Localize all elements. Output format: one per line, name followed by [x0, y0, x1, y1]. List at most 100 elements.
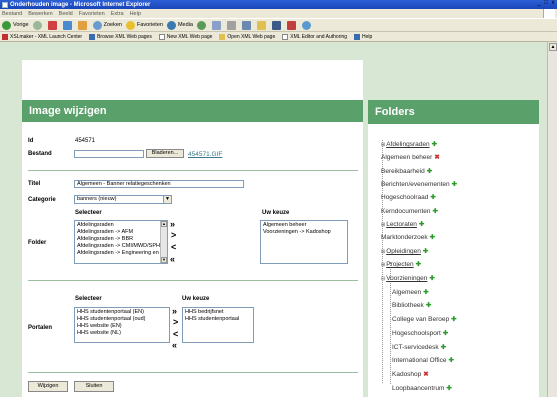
list-item[interactable]: HHS bedrijfsnet — [185, 309, 251, 316]
discuss-button[interactable] — [271, 20, 283, 30]
folder-item[interactable]: Algemeen ✚ — [392, 288, 429, 296]
list-item[interactable]: HHS studentenportaal (oud) — [77, 316, 167, 323]
move-right-button[interactable]: > — [173, 318, 178, 327]
list-item[interactable]: Voorzieningen -> Kadoshop — [263, 229, 345, 236]
folder-options-list[interactable]: Afdelingsraden Afdelingsraden -> AFM Afd… — [74, 220, 168, 264]
list-item[interactable]: Afdelingsraden -> AFM — [77, 229, 165, 236]
print-button[interactable] — [226, 20, 238, 30]
add-icon[interactable]: ✚ — [451, 316, 456, 323]
menu-favorieten[interactable]: Favorieten — [79, 11, 105, 17]
close-button[interactable]: Sluiten — [74, 381, 114, 392]
scroll-up-icon[interactable]: ▲ — [161, 221, 167, 227]
chevron-down-icon[interactable]: ▼ — [163, 196, 171, 203]
close-window-button[interactable]: x — [550, 0, 556, 7]
collapse-icon[interactable]: ⊟ — [381, 276, 385, 282]
list-item[interactable]: Algemeen beheer — [263, 222, 345, 229]
page-scrollbar[interactable]: ▲ — [547, 42, 557, 397]
folder-item[interactable]: ⊞Opleidingen ✚ — [381, 247, 428, 255]
add-icon[interactable]: ✚ — [446, 385, 451, 392]
list-item[interactable]: Afdelingsraden -> CMI/MWD/SPH/GEZ — [77, 243, 167, 250]
forward-button[interactable] — [32, 20, 44, 30]
add-icon[interactable]: ✚ — [433, 208, 438, 215]
minimize-button[interactable]: _ — [536, 0, 542, 7]
add-icon[interactable]: ✚ — [430, 234, 435, 241]
folder-choices-list[interactable]: Algemeen beheer Voorzieningen -> Kadosho… — [260, 220, 348, 264]
folder-item[interactable]: ICT-servicedesk ✚ — [392, 343, 446, 351]
search-button[interactable]: Zoeken — [92, 20, 122, 30]
folder-item[interactable]: Hogeschoolsport ✚ — [392, 329, 448, 337]
portal-choices-list[interactable]: HHS bedrijfsnet HHS studentenportaal — [182, 307, 254, 343]
folder-item[interactable]: Kadoshop ✖ — [392, 370, 429, 378]
link-open-xml[interactable]: Open XML Web page — [219, 33, 275, 40]
menu-bewerken[interactable]: Bewerken — [28, 11, 52, 17]
folder-item[interactable]: ⊞Projecten ✚ — [381, 260, 421, 268]
home-button[interactable] — [77, 20, 89, 30]
tools-button[interactable] — [286, 20, 298, 30]
menu-extra[interactable]: Extra — [111, 11, 124, 17]
expand-icon[interactable]: ⊞ — [381, 142, 385, 148]
portal-options-list[interactable]: HHS studentenportaal (EN) HHS studentenp… — [74, 307, 170, 343]
folder-item[interactable]: Algemeen beheer ✖ — [381, 153, 440, 161]
folder-item[interactable]: International Office ✚ — [392, 356, 454, 364]
maximize-button[interactable]: □ — [543, 0, 549, 7]
folder-item[interactable]: Hogeschoolraad ✚ — [381, 193, 436, 201]
add-icon[interactable]: ✚ — [443, 330, 448, 337]
list-item[interactable]: HHS studentenportaal — [185, 316, 251, 323]
add-icon[interactable]: ✚ — [432, 141, 437, 148]
move-all-right-button[interactable]: » — [170, 220, 175, 229]
add-icon[interactable]: ✚ — [423, 248, 428, 255]
list-item[interactable]: Afdelingsraden -> Engineering en TMD — [77, 250, 167, 257]
save-button[interactable]: Wijzigen — [28, 381, 68, 392]
add-icon[interactable]: ✚ — [427, 168, 432, 175]
favorites-button[interactable]: Favorieten — [125, 20, 163, 30]
folder-item[interactable]: Berichten/evenementen ✚ — [381, 180, 457, 188]
folder-item[interactable]: Loopbaancentrum ✚ — [392, 384, 452, 392]
scroll-down-icon[interactable]: ▼ — [161, 257, 167, 263]
folder-item[interactable]: Bereikbaarheid ✚ — [381, 167, 432, 175]
file-input[interactable] — [74, 150, 144, 158]
move-all-left-button[interactable]: « — [170, 255, 175, 264]
list-item[interactable]: HHS studentenportaal (EN) — [77, 309, 167, 316]
list-item[interactable]: HHS website (NL) — [77, 330, 167, 337]
folder-item[interactable]: ⊞Afdelingsraden ✚ — [381, 140, 437, 148]
folder-item[interactable]: Kerndocumenten ✚ — [381, 207, 438, 215]
media-button[interactable]: Media — [166, 20, 193, 30]
title-input[interactable]: Algemeen - Banner relatiegeschenken — [74, 180, 244, 188]
messenger-button[interactable] — [301, 20, 313, 30]
folder-item[interactable]: College van Beroep ✚ — [392, 315, 457, 323]
add-icon[interactable]: ✚ — [452, 181, 457, 188]
add-icon[interactable]: ✚ — [448, 357, 453, 364]
link-xslmaker[interactable]: XSLmaker - XML Launch Center — [2, 33, 82, 40]
list-item[interactable]: Afdelingsraden — [77, 222, 165, 229]
move-right-button[interactable]: > — [171, 231, 176, 240]
file-link[interactable]: 454571.GIF — [188, 151, 222, 158]
list-item[interactable]: Afdelingsraden -> BBR — [77, 236, 165, 243]
refresh-button[interactable] — [62, 20, 74, 30]
folder-item[interactable]: Marktonderzoek ✚ — [381, 233, 435, 241]
list-item[interactable]: HHS website (EN) — [77, 323, 167, 330]
add-icon[interactable]: ✚ — [426, 302, 431, 309]
add-icon[interactable]: ✚ — [430, 194, 435, 201]
folder-item[interactable]: ⊞Lectoraten ✚ — [381, 220, 424, 228]
remove-icon[interactable]: ✖ — [434, 154, 439, 161]
add-icon[interactable]: ✚ — [423, 289, 428, 296]
move-left-button[interactable]: < — [171, 243, 176, 252]
folder-button[interactable] — [256, 20, 268, 30]
add-icon[interactable]: ✚ — [429, 275, 434, 282]
add-icon[interactable]: ✚ — [416, 261, 421, 268]
menu-help[interactable]: Help — [130, 11, 141, 17]
link-help[interactable]: Help — [354, 33, 372, 40]
history-button[interactable] — [196, 20, 208, 30]
back-button[interactable]: Vorige — [2, 20, 29, 30]
stop-button[interactable] — [47, 20, 59, 30]
link-browse-xml[interactable]: Browse XML Web pages — [89, 33, 152, 40]
menu-beeld[interactable]: Beeld — [59, 11, 73, 17]
edit-button[interactable] — [241, 20, 253, 30]
category-select[interactable]: banners (nieuw) ▼ — [74, 195, 172, 204]
move-left-button[interactable]: < — [173, 330, 178, 339]
link-xml-editor[interactable]: XML Editor and Authoring — [282, 33, 347, 40]
expand-icon[interactable]: ⊞ — [381, 249, 385, 255]
list-scrollbar[interactable]: ▲ ▼ — [160, 221, 167, 263]
scroll-up-icon[interactable]: ▲ — [549, 43, 557, 51]
folder-item[interactable]: ⊟Voorzieningen ✚ — [381, 274, 435, 282]
